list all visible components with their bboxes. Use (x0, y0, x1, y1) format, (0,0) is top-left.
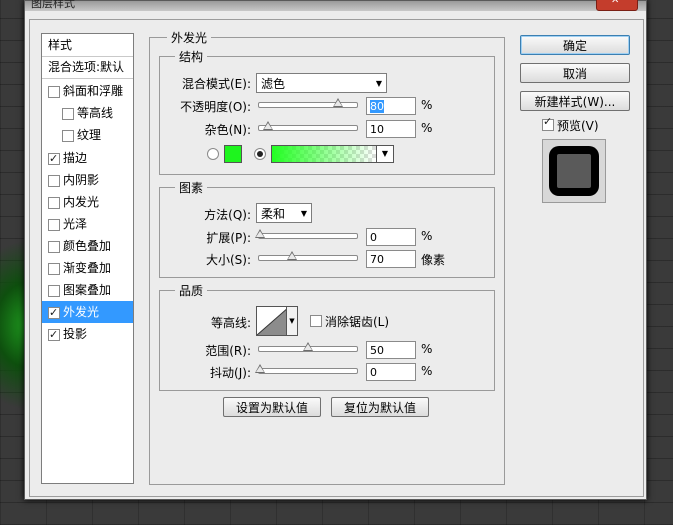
glow-gradient-swatch[interactable] (271, 145, 377, 163)
styles-header[interactable]: 样式 (42, 34, 133, 57)
style-item-inner-glow[interactable]: 内发光 (42, 191, 133, 213)
spread-unit: % (421, 229, 433, 243)
style-item-outer-glow[interactable]: 外发光 (42, 301, 133, 324)
checkbox[interactable] (48, 219, 60, 231)
contour-curve-icon (256, 306, 290, 336)
noise-slider-thumb[interactable] (263, 121, 273, 130)
glow-color-swatch[interactable] (224, 145, 242, 163)
range-input[interactable]: 50 (366, 341, 416, 359)
checkbox[interactable] (48, 302, 60, 324)
chevron-down-icon: ▼ (289, 317, 295, 325)
spread-slider-thumb[interactable] (255, 229, 265, 238)
cancel-button[interactable]: 取消 (520, 63, 630, 83)
style-item-color-overlay[interactable]: 颜色叠加 (42, 235, 133, 257)
spread-input[interactable]: 0 (366, 228, 416, 246)
make-default-button[interactable]: 设置为默认值 (223, 397, 321, 417)
opacity-slider[interactable] (258, 98, 358, 108)
opacity-label: 不透明度(O): (180, 100, 251, 114)
opacity-unit: % (421, 98, 433, 112)
panel-title: 外发光 (167, 29, 212, 46)
preview-inner-square (557, 154, 591, 188)
color-radio[interactable] (207, 148, 219, 160)
checkbox[interactable] (48, 197, 60, 209)
opacity-input[interactable]: 80 (366, 97, 416, 115)
technique-select[interactable]: 柔和 ▼ (256, 203, 312, 223)
reset-default-button[interactable]: 复位为默认值 (331, 397, 429, 417)
range-unit: % (421, 342, 433, 356)
size-slider-thumb[interactable] (287, 251, 297, 260)
style-item-inner-shadow[interactable]: 内阴影 (42, 169, 133, 191)
style-preview-thumbnail (542, 139, 606, 203)
contour-picker[interactable] (256, 306, 290, 336)
style-item-bevel-emboss[interactable]: 斜面和浮雕 (42, 80, 133, 102)
size-slider[interactable] (258, 251, 358, 261)
blend-mode-label: 混合模式(E): (182, 77, 251, 91)
noise-input[interactable]: 10 (366, 120, 416, 138)
quality-title: 品质 (175, 282, 208, 299)
jitter-label: 抖动(J): (210, 366, 251, 380)
elements-title: 图素 (175, 179, 208, 196)
technique-label: 方法(Q): (204, 208, 251, 222)
style-item-stroke[interactable]: 描边 (42, 147, 133, 170)
style-item-drop-shadow[interactable]: 投影 (42, 323, 133, 346)
style-item-satin[interactable]: 光泽 (42, 213, 133, 235)
size-input[interactable]: 70 (366, 250, 416, 268)
preview-checkbox[interactable] (542, 115, 554, 131)
blend-mode-select[interactable]: 滤色 ▼ (256, 73, 387, 93)
spread-label: 扩展(P): (206, 231, 251, 245)
gradient-dropdown-arrow[interactable]: ▼ (376, 145, 394, 163)
style-item-contour[interactable]: 等高线 (42, 102, 133, 124)
checkbox[interactable] (48, 263, 60, 275)
jitter-slider-thumb[interactable] (255, 364, 265, 373)
size-unit: 像素 (421, 253, 446, 267)
gradient-radio[interactable] (254, 148, 266, 160)
checkbox[interactable] (62, 108, 74, 120)
preview-label: 预览(V) (557, 119, 599, 133)
checkbox[interactable] (48, 175, 60, 187)
style-item-texture[interactable]: 纹理 (42, 124, 133, 146)
checkbox[interactable] (48, 324, 60, 346)
noise-label: 杂色(N): (204, 123, 251, 137)
size-label: 大小(S): (205, 253, 251, 267)
range-label: 范围(R): (205, 344, 251, 358)
checkbox[interactable] (48, 241, 60, 253)
antialias-label: 消除锯齿(L) (325, 315, 390, 329)
jitter-slider[interactable] (255, 364, 358, 374)
ok-button[interactable]: 确定 (520, 35, 630, 55)
range-slider-thumb[interactable] (303, 342, 313, 351)
jitter-unit: % (421, 364, 433, 378)
contour-dropdown-arrow[interactable]: ▼ (286, 306, 298, 336)
blend-options-item[interactable]: 混合选项:默认 (42, 56, 133, 79)
styles-list: 样式 混合选项:默认 斜面和浮雕 等高线 纹理 描边 内阴影 内发光 (41, 33, 134, 484)
window-title: 图层样式 (31, 0, 75, 10)
layer-style-dialog: 图层样式 样式 混合选项:默认 斜面和浮雕 等高线 纹理 描边 内阴影 (24, 0, 647, 500)
contour-label: 等高线: (210, 316, 251, 330)
chevron-down-icon: ▼ (300, 209, 307, 218)
opacity-slider-thumb[interactable] (333, 98, 343, 107)
jitter-input[interactable]: 0 (366, 363, 416, 381)
noise-unit: % (421, 121, 433, 135)
antialias-checkbox[interactable] (310, 315, 322, 327)
range-slider[interactable] (258, 342, 358, 352)
chevron-down-icon: ▼ (375, 79, 382, 88)
checkbox[interactable] (48, 86, 60, 98)
checkbox[interactable] (62, 130, 74, 142)
noise-slider[interactable] (258, 121, 358, 131)
close-icon[interactable] (596, 0, 638, 11)
structure-title: 结构 (175, 48, 208, 65)
new-style-button[interactable]: 新建样式(W)... (520, 91, 630, 111)
checkbox[interactable] (48, 285, 60, 297)
style-item-gradient-overlay[interactable]: 渐变叠加 (42, 257, 133, 279)
checkbox[interactable] (48, 148, 60, 170)
style-item-pattern-overlay[interactable]: 图案叠加 (42, 279, 133, 301)
spread-slider[interactable] (255, 229, 358, 239)
chevron-down-icon: ▼ (381, 149, 389, 158)
title-bar[interactable]: 图层样式 (25, 0, 646, 11)
